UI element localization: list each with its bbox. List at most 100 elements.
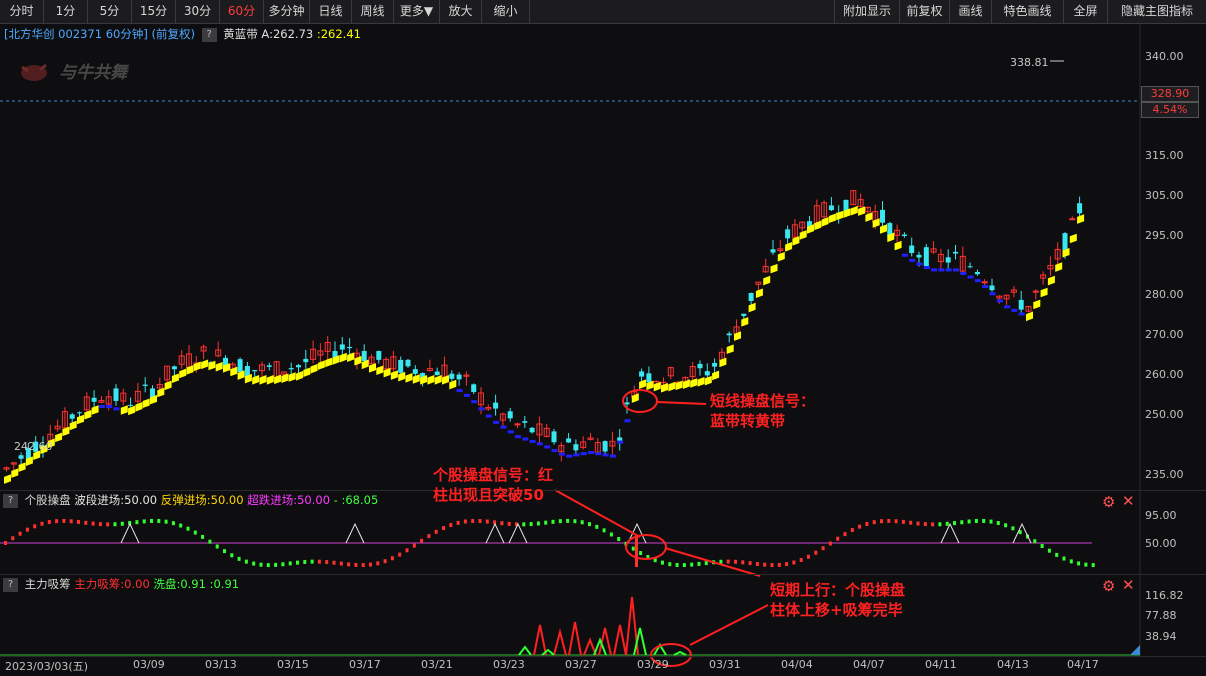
tb-weekly[interactable]: 周线 bbox=[352, 0, 394, 23]
candle-down bbox=[223, 357, 228, 367]
tb-special-draw[interactable]: 特色画线 bbox=[992, 0, 1064, 23]
yellow-band-seg bbox=[303, 367, 311, 378]
oscillator-dot bbox=[62, 518, 66, 523]
tb-fq[interactable]: 前复权 bbox=[900, 0, 950, 23]
yellow-band-seg bbox=[427, 375, 435, 385]
tb-zoom-in[interactable]: 放大 bbox=[440, 0, 482, 23]
oscillator-dot bbox=[412, 543, 416, 548]
candle-up bbox=[580, 441, 587, 448]
yellow-band-seg bbox=[770, 263, 778, 274]
yellow-band-seg bbox=[120, 405, 128, 415]
blue-band-seg bbox=[1018, 312, 1025, 316]
oscillator-dot bbox=[354, 562, 358, 567]
tb-daily[interactable]: 日线 bbox=[310, 0, 352, 23]
yellow-band-seg bbox=[157, 387, 165, 398]
oscillator-dot bbox=[266, 563, 270, 568]
candle-up bbox=[894, 229, 901, 236]
tb-hide-indicator[interactable]: 隐藏主图指标 bbox=[1108, 0, 1206, 23]
oscillator-dot bbox=[201, 534, 205, 539]
close-icon[interactable]: ✕ bbox=[1122, 492, 1135, 510]
oscillator-dot bbox=[1040, 544, 1044, 549]
panel3-help-button[interactable]: ? bbox=[3, 577, 18, 592]
tb-5min[interactable]: 5分 bbox=[88, 0, 132, 23]
price-label-235: 235.00 bbox=[1145, 468, 1184, 481]
candle-down bbox=[712, 363, 718, 367]
date-label: 04/17 bbox=[1067, 658, 1099, 671]
candle-down bbox=[945, 257, 951, 263]
gear-icon[interactable]: ⚙ bbox=[1102, 577, 1115, 595]
blue-band-seg bbox=[544, 445, 551, 449]
oscillator-dot bbox=[551, 519, 555, 524]
washout-spike bbox=[653, 643, 667, 656]
oscillator-dot bbox=[11, 536, 15, 541]
panel3-item-3: :0.91 bbox=[209, 577, 240, 591]
candle-up bbox=[134, 390, 141, 402]
oscillator-dot bbox=[193, 530, 197, 535]
gear-icon[interactable]: ⚙ bbox=[1102, 493, 1115, 511]
candle-up bbox=[280, 371, 287, 375]
washout-spike bbox=[541, 648, 555, 656]
toolbar: 分时 1分 5分 15分 30分 60分 多分钟 日线 周线 更多▼ 放大 缩小… bbox=[0, 0, 1206, 24]
annotation-arrow-4 bbox=[689, 604, 769, 646]
blue-band-seg bbox=[98, 404, 105, 408]
yellow-band-seg bbox=[369, 363, 376, 373]
candle-up bbox=[667, 367, 674, 377]
panel2-item-4: - :68.05 bbox=[333, 493, 379, 507]
tb-more[interactable]: 更多▼ bbox=[394, 0, 440, 23]
candle-up bbox=[996, 295, 1003, 299]
candle-up bbox=[310, 348, 317, 360]
yellow-band-seg bbox=[799, 230, 807, 240]
help-button[interactable]: ? bbox=[201, 27, 217, 42]
candle-down bbox=[303, 358, 309, 363]
oscillator-dot bbox=[894, 519, 898, 524]
yellow-band-seg bbox=[682, 379, 690, 389]
tb-fullscreen[interactable]: 全屏 bbox=[1064, 0, 1108, 23]
tb-extra-display[interactable]: 附加显示 bbox=[834, 0, 900, 23]
annotation-arrow-3 bbox=[664, 547, 761, 577]
candle-down bbox=[529, 427, 535, 433]
candle-up bbox=[857, 199, 864, 207]
corner-triangle-icon bbox=[1130, 645, 1140, 655]
panel-separator-2[interactable] bbox=[0, 574, 1206, 575]
oscillator-dot bbox=[828, 541, 832, 546]
washout-spike bbox=[518, 645, 532, 656]
tb-60min[interactable]: 60分 bbox=[220, 0, 264, 23]
candle-down bbox=[208, 361, 214, 365]
panel-separator-1[interactable] bbox=[0, 490, 1206, 491]
candle-down bbox=[412, 369, 418, 374]
yellow-band-seg bbox=[412, 374, 420, 384]
tb-zoom-out[interactable]: 缩小 bbox=[482, 0, 530, 23]
yellow-band-seg bbox=[398, 371, 406, 382]
candle-down bbox=[573, 444, 579, 451]
oscillator-dot bbox=[880, 519, 883, 524]
tb-draw[interactable]: 画线 bbox=[950, 0, 992, 23]
oscillator-dot bbox=[923, 522, 927, 527]
close-icon[interactable]: ✕ bbox=[1122, 576, 1135, 594]
panel2-help-button[interactable]: ? bbox=[3, 493, 18, 508]
bull-logo-icon bbox=[21, 63, 47, 81]
tb-multi-min[interactable]: 多分钟 bbox=[264, 0, 310, 23]
tb-15min[interactable]: 15分 bbox=[132, 0, 176, 23]
blue-band-seg bbox=[551, 449, 558, 453]
oscillator-dot bbox=[157, 518, 161, 523]
yellow-band-seg bbox=[4, 474, 11, 484]
candle-up bbox=[799, 221, 806, 229]
oscillator-dot bbox=[916, 521, 920, 526]
oscillator-dot bbox=[77, 519, 80, 524]
candle-up bbox=[1003, 294, 1010, 300]
yellow-band-seg bbox=[18, 462, 26, 472]
tb-1min[interactable]: 1分 bbox=[44, 0, 88, 23]
tb-fenshi[interactable]: 分时 bbox=[0, 0, 44, 23]
yellow-band-seg bbox=[317, 360, 325, 370]
oscillator-dot bbox=[704, 561, 708, 566]
oscillator-dot bbox=[449, 523, 453, 528]
tb-30min[interactable]: 30分 bbox=[176, 0, 220, 23]
candle-up bbox=[514, 423, 521, 426]
oscillator-dot bbox=[682, 563, 686, 568]
yellow-band-seg bbox=[405, 373, 413, 383]
stock-title: [北方华创 002371 60分钟] (前复权) bbox=[4, 27, 195, 41]
candle-up bbox=[273, 361, 280, 379]
candle-down bbox=[1018, 299, 1024, 310]
oscillator-dot bbox=[332, 560, 336, 565]
yellow-band-seg bbox=[828, 213, 836, 224]
